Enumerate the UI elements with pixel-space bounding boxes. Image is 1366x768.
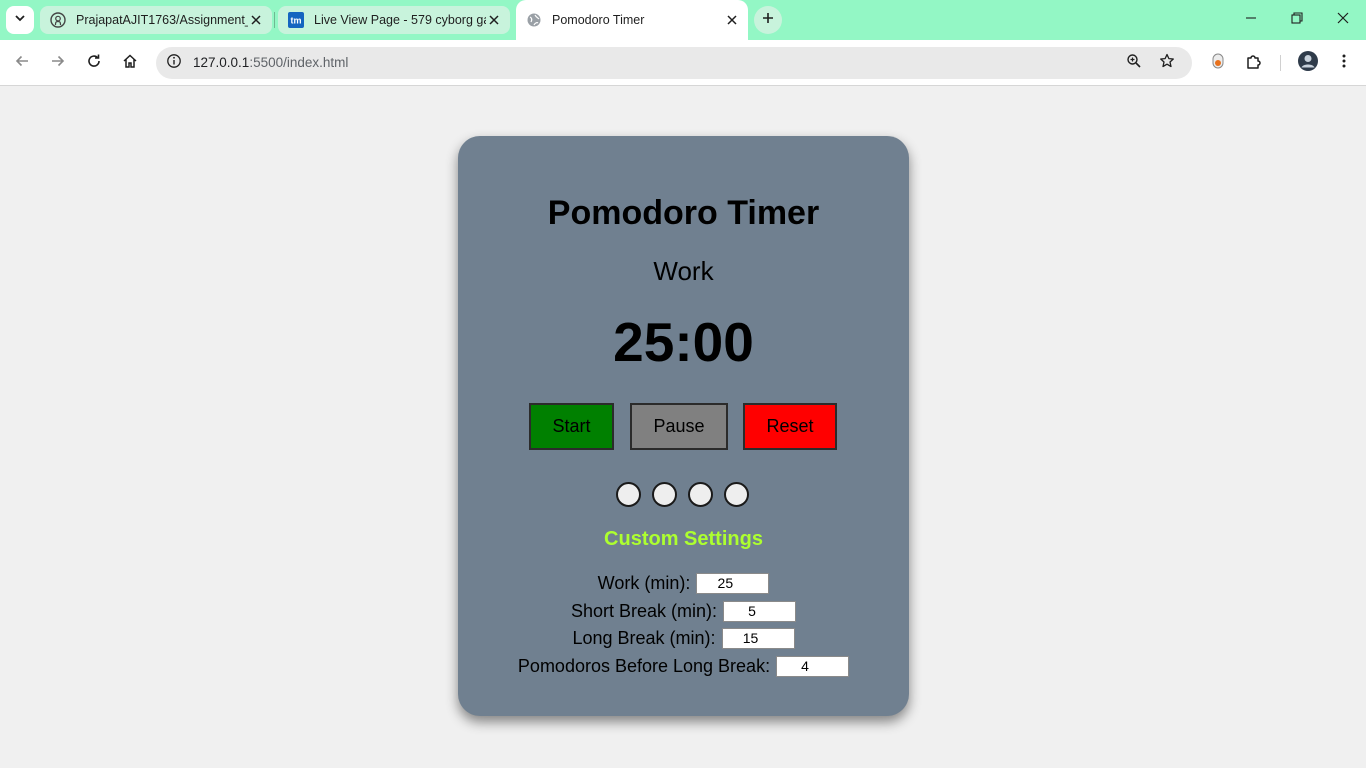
- arrow-right-icon: [50, 53, 66, 74]
- avatar-icon: [1297, 50, 1319, 77]
- extension-button[interactable]: [1204, 49, 1232, 77]
- tm-icon: tm: [288, 12, 304, 28]
- github-icon: [50, 12, 66, 28]
- browser-tab-live-view[interactable]: tm Live View Page - 579 cyborg ga: [278, 6, 510, 34]
- browser-tab-pomodoro[interactable]: Pomodoro Timer: [516, 0, 748, 40]
- reload-icon: [86, 53, 102, 74]
- pomodoro-indicator: [724, 482, 749, 507]
- zoom-icon: [1126, 53, 1142, 74]
- pomodoro-card: Pomodoro Timer Work 25:00 Start Pause Re…: [458, 136, 909, 716]
- url-path: :5500/index.html: [249, 55, 349, 70]
- browser-toolbar: 127.0.0.1:5500/index.html: [0, 40, 1366, 86]
- home-icon: [122, 53, 138, 74]
- browser-menu-button[interactable]: [1330, 49, 1358, 77]
- forward-button[interactable]: [42, 47, 74, 79]
- window-close-button[interactable]: [1320, 0, 1366, 40]
- page-viewport: Pomodoro Timer Work 25:00 Start Pause Re…: [0, 87, 1366, 768]
- work-minutes-input[interactable]: [696, 572, 770, 594]
- home-button[interactable]: [114, 47, 146, 79]
- site-info-button[interactable]: [162, 51, 186, 75]
- tab-title: Pomodoro Timer: [552, 13, 645, 27]
- back-button[interactable]: [6, 47, 38, 79]
- timer-mode-label: Work: [653, 256, 714, 286]
- pomodoros-before-long-break-row: Pomodoros Before Long Break:: [458, 655, 909, 677]
- new-tab-button[interactable]: [754, 6, 782, 34]
- tab-title: PrajapatAJIT1763/Assignment_F: [76, 13, 248, 27]
- close-icon: [1337, 11, 1349, 29]
- short-break-label: Short Break (min):: [570, 600, 718, 621]
- work-setting-row: Work (min):: [458, 572, 909, 594]
- browser-tabstrip: PrajapatAJIT1763/Assignment_F tm Live Vi…: [0, 0, 1366, 40]
- extensions-menu-button[interactable]: [1240, 49, 1268, 77]
- arrow-left-icon: [14, 53, 30, 74]
- url-host: 127.0.0.1: [193, 55, 250, 70]
- pomodoro-indicator: [616, 482, 641, 507]
- settings-title: Custom Settings: [604, 528, 763, 550]
- long-break-input[interactable]: [721, 627, 795, 649]
- minimize-icon: [1245, 11, 1257, 29]
- pomodoro-indicator: [688, 482, 713, 507]
- chevron-down-icon: [14, 11, 26, 29]
- address-bar[interactable]: 127.0.0.1:5500/index.html: [156, 47, 1192, 79]
- page-title: Pomodoro Timer: [547, 194, 820, 232]
- puzzle-icon: [1245, 52, 1263, 75]
- timer-display: 25:00: [613, 311, 754, 373]
- extension-icon: [1209, 52, 1227, 75]
- window-minimize-button[interactable]: [1228, 0, 1274, 40]
- pomodoro-indicator: [652, 482, 677, 507]
- toolbar-divider: [1280, 55, 1281, 71]
- close-icon[interactable]: [248, 12, 264, 28]
- reload-button[interactable]: [78, 47, 110, 79]
- close-icon[interactable]: [486, 12, 502, 28]
- plus-icon: [762, 11, 774, 29]
- star-icon: [1159, 53, 1175, 74]
- pomodoros-before-long-break-input[interactable]: [776, 655, 850, 677]
- reset-button[interactable]: Reset: [743, 403, 837, 450]
- browser-tab-github[interactable]: PrajapatAJIT1763/Assignment_F: [40, 6, 272, 34]
- window-restore-button[interactable]: [1274, 0, 1320, 40]
- work-label: Work (min):: [597, 572, 691, 593]
- short-break-input[interactable]: [723, 600, 797, 622]
- tab-divider: [274, 12, 275, 28]
- start-button[interactable]: Start: [529, 403, 614, 450]
- restore-icon: [1291, 11, 1303, 29]
- tab-search-button[interactable]: [6, 6, 34, 34]
- info-icon: [166, 53, 182, 74]
- profile-button[interactable]: [1294, 49, 1322, 77]
- kebab-menu-icon: [1336, 53, 1352, 74]
- tab-title: Live View Page - 579 cyborg ga: [314, 13, 486, 27]
- pomodoros-before-long-break-label: Pomodoros Before Long Break:: [517, 655, 771, 676]
- url-text: 127.0.0.1:5500/index.html: [193, 55, 348, 70]
- long-break-setting-row: Long Break (min):: [458, 627, 909, 649]
- globe-icon: [526, 12, 542, 28]
- zoom-button[interactable]: [1122, 51, 1146, 75]
- pause-button[interactable]: Pause: [630, 403, 728, 450]
- bookmark-button[interactable]: [1155, 51, 1179, 75]
- long-break-label: Long Break (min):: [572, 627, 716, 648]
- svg-text:tm: tm: [291, 16, 302, 26]
- short-break-setting-row: Short Break (min):: [458, 600, 909, 622]
- close-icon[interactable]: [724, 12, 740, 28]
